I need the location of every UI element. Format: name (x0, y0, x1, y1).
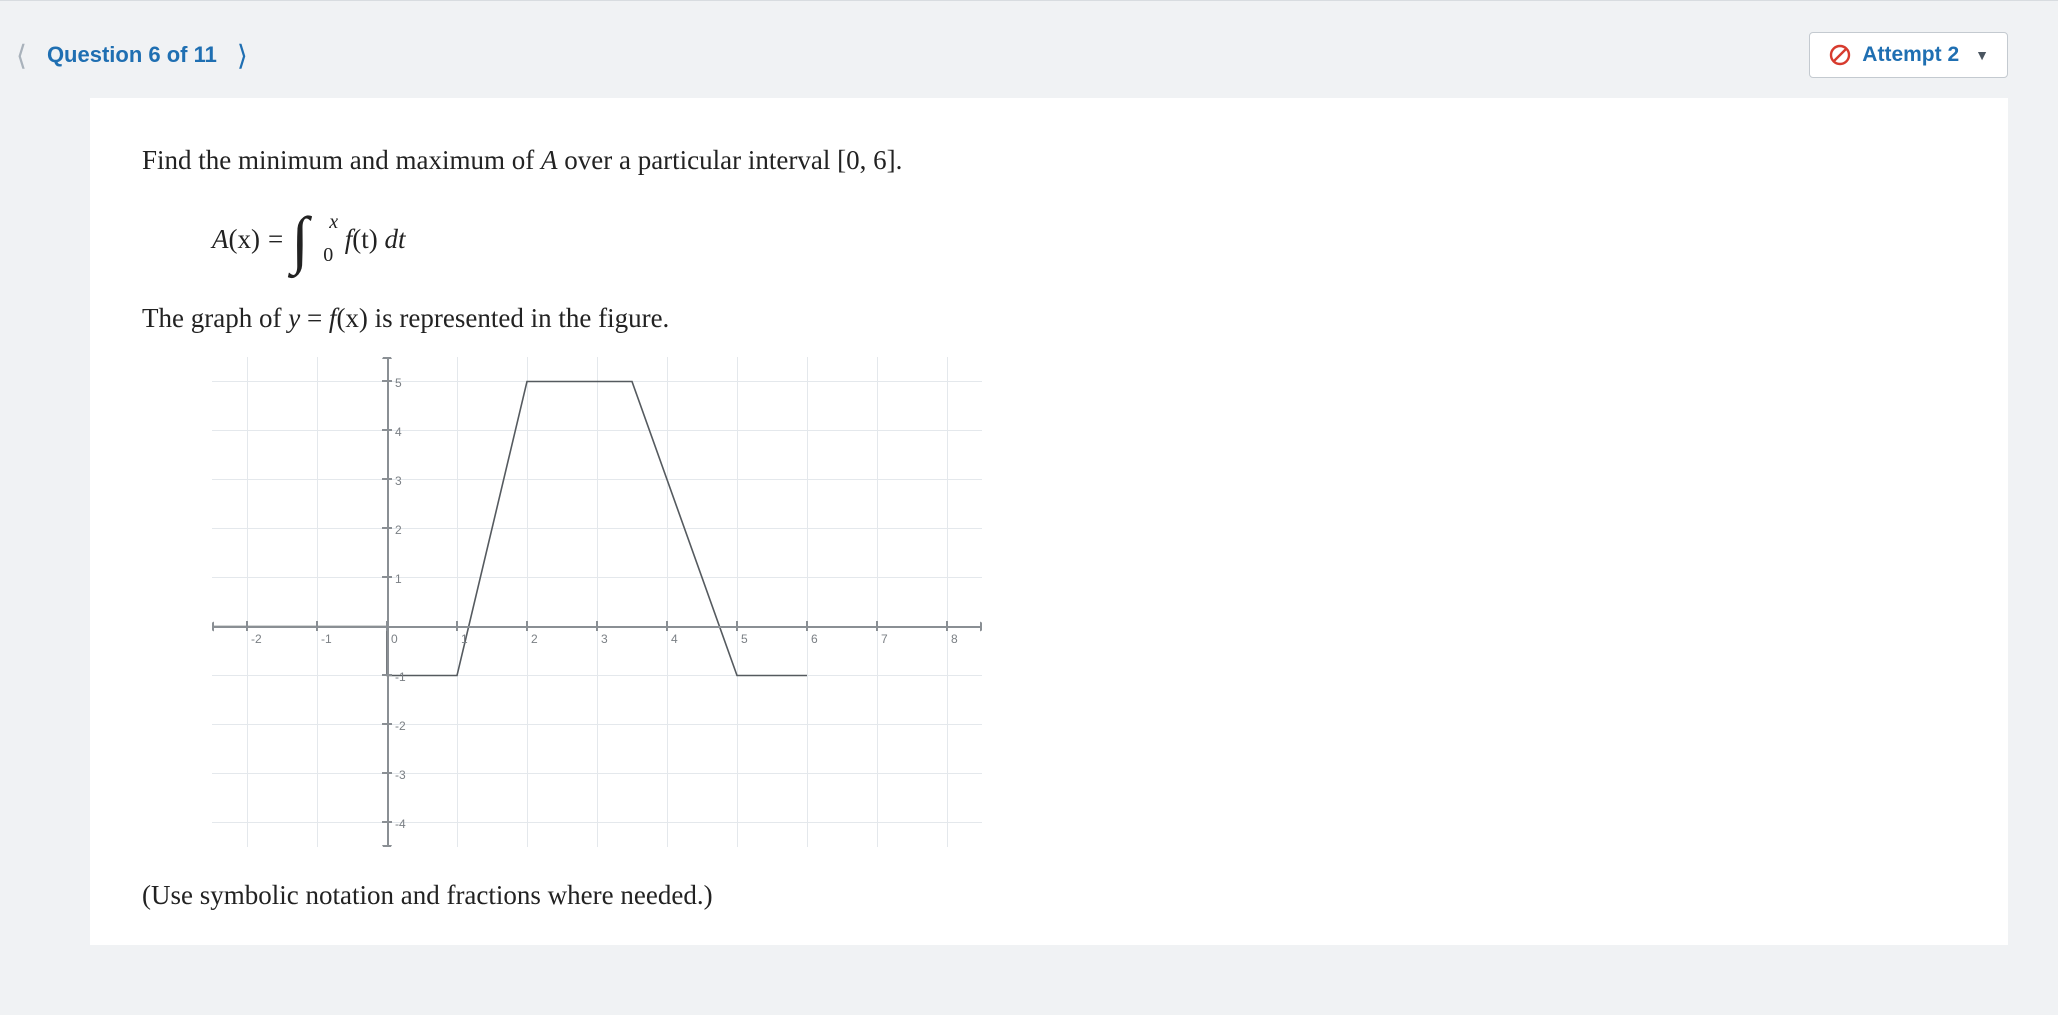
integral-icon: ∫ (291, 211, 309, 269)
forbidden-icon (1828, 43, 1852, 67)
question-number-label: Question 6 of 11 (47, 42, 217, 68)
question-body: Find the minimum and maximum of A over a… (90, 98, 2008, 945)
next-question-button[interactable]: ⟩ (231, 39, 254, 72)
attempt-dropdown[interactable]: Attempt 2 ▼ (1809, 32, 2008, 78)
graph-intro: The graph of y = f(x) is represented in … (142, 298, 1956, 339)
question-header: ⟨ Question 6 of 11 ⟩ Attempt 2 ▼ (0, 12, 2058, 98)
answer-instruction: (Use symbolic notation and fractions whe… (142, 875, 1956, 916)
chevron-down-icon: ▼ (1975, 47, 1989, 63)
problem-statement: Find the minimum and maximum of A over a… (142, 140, 1956, 181)
attempt-label: Attempt 2 (1862, 43, 1959, 67)
prev-question-button[interactable]: ⟨ (10, 39, 33, 72)
function-graph: -2-1012345678-4-3-2-112345 (212, 357, 982, 847)
formula-definition: A(x) = ∫ x 0 f(t) dt (212, 211, 1956, 269)
